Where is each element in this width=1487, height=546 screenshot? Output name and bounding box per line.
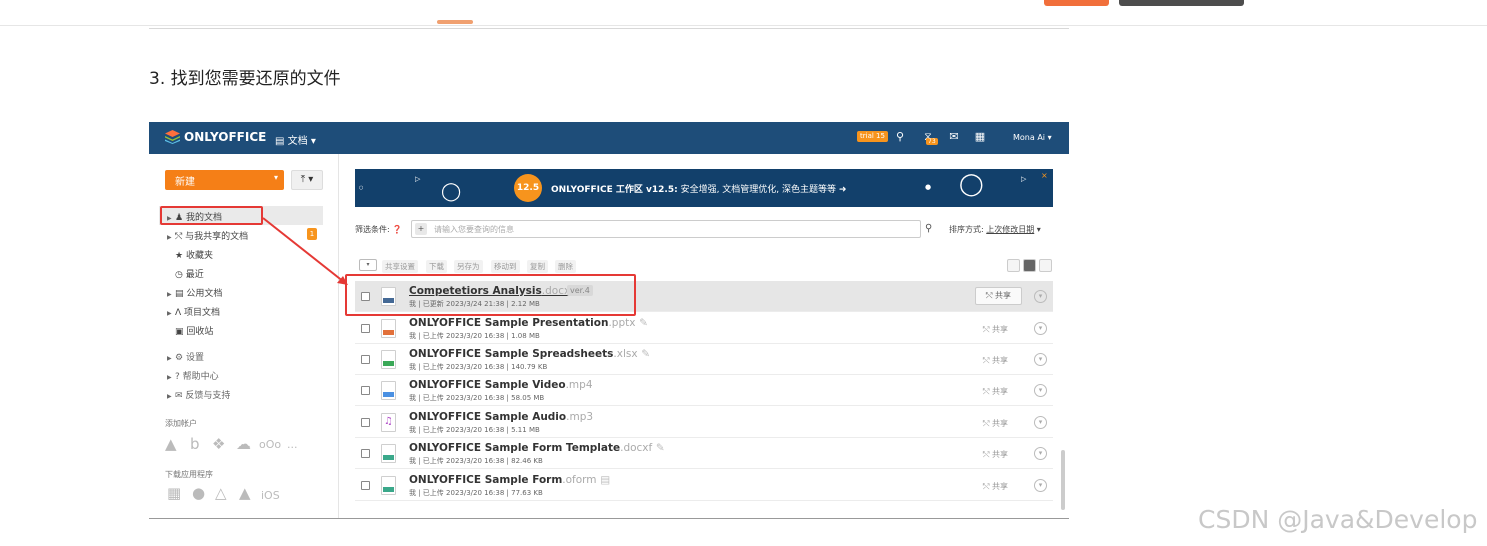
onlyoffice-screenshot: ONLYOFFICE ▤ 文档 ▾ trial 15 ⚲ ⧖ 73 ✉ ▦ Mo… <box>149 122 1069 519</box>
step-heading: 3. 找到您需要还原的文件 <box>149 69 341 89</box>
previous-image-edge <box>437 20 473 24</box>
header-dark-button[interactable] <box>1119 0 1244 6</box>
annotation-arrow <box>262 217 348 285</box>
top-divider <box>0 25 1487 26</box>
watermark: CSDN @Java&Develop <box>1198 505 1478 534</box>
header-orange-button[interactable] <box>1044 0 1109 6</box>
previous-image-bottom <box>149 28 1069 29</box>
